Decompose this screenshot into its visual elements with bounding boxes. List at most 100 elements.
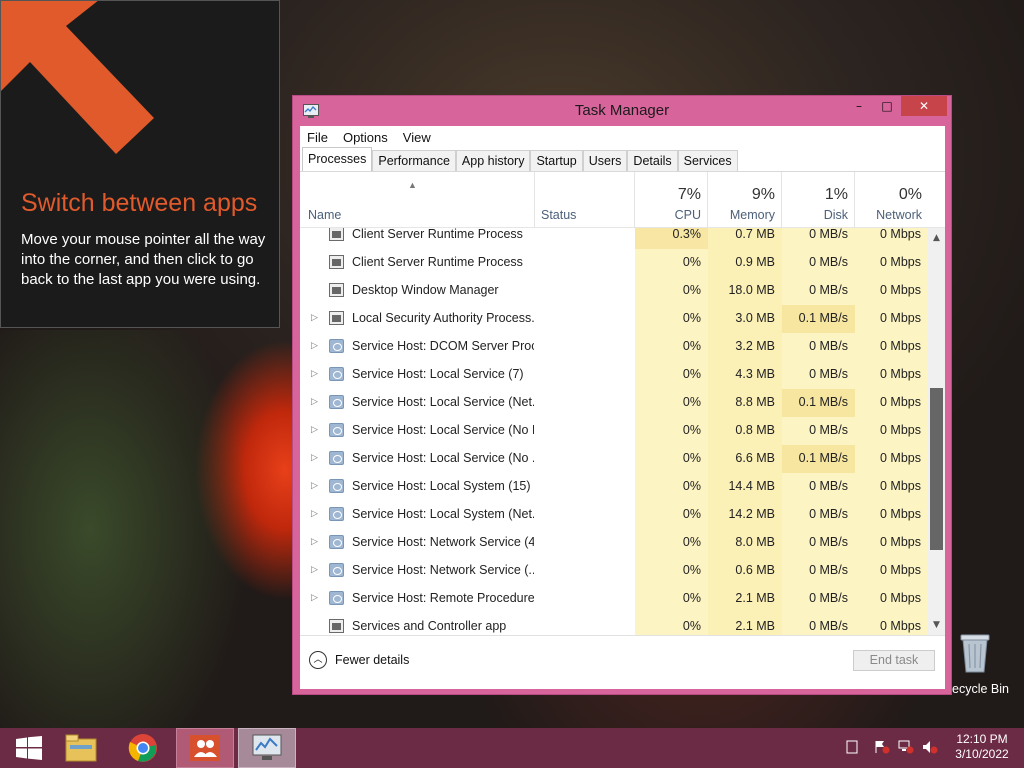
expand-chevron-icon[interactable]: ▷ bbox=[311, 424, 318, 435]
expand-chevron-icon[interactable]: ▷ bbox=[311, 564, 318, 575]
network-total: 0% bbox=[898, 186, 922, 203]
minimize-button[interactable]: – bbox=[845, 96, 873, 116]
scroll-down-icon[interactable]: ▼ bbox=[928, 617, 945, 633]
taskbar-task-manager[interactable] bbox=[238, 728, 296, 768]
disk-total: 1% bbox=[824, 186, 848, 203]
expand-chevron-icon[interactable]: ▷ bbox=[311, 396, 318, 407]
fewer-details-button[interactable]: ︿ Fewer details bbox=[309, 651, 409, 669]
process-cpu: 0% bbox=[635, 501, 708, 529]
action-center-icon[interactable] bbox=[846, 740, 858, 757]
process-disk: 0 MB/s bbox=[782, 613, 855, 635]
tip-body: Move your mouse pointer all the way into… bbox=[21, 231, 266, 288]
chevron-up-icon: ︿ bbox=[309, 651, 327, 669]
process-row[interactable]: ▷ Service Host: Local Service (Net... 0% 8.… bbox=[300, 389, 928, 417]
process-row[interactable]: ▷ Service Host: Network Service (... 0% 0.6… bbox=[300, 557, 928, 585]
flag-alert-icon[interactable] bbox=[874, 740, 890, 757]
tab-services[interactable]: Services bbox=[677, 150, 738, 171]
start-button[interactable] bbox=[0, 728, 58, 768]
header-status[interactable]: Status bbox=[535, 172, 635, 228]
process-cpu: 0% bbox=[635, 277, 708, 305]
expand-chevron-icon[interactable]: ▷ bbox=[311, 592, 318, 603]
scroll-up-icon[interactable]: ▲ bbox=[928, 230, 945, 246]
process-cpu: 0% bbox=[635, 473, 708, 501]
process-name: Service Host: Local Service (No I... bbox=[352, 423, 534, 437]
taskbar-clock[interactable]: 12:10 PM 3/10/2022 bbox=[950, 732, 1014, 762]
menu-view[interactable]: View bbox=[403, 130, 431, 145]
process-row[interactable]: ▷ Service Host: Local Service (No ... 0% 6.… bbox=[300, 445, 928, 473]
gear-icon bbox=[329, 339, 344, 353]
tab-processes[interactable]: Processes bbox=[302, 147, 373, 171]
expand-chevron-icon[interactable]: ▷ bbox=[311, 536, 318, 547]
process-row[interactable]: ▷ Service Host: Local System (Net... 0% 14.… bbox=[300, 501, 928, 529]
process-cpu: 0% bbox=[635, 529, 708, 557]
end-task-button[interactable]: End task bbox=[853, 650, 935, 671]
header-network[interactable]: 0% Network bbox=[855, 172, 928, 228]
process-memory: 4.3 MB bbox=[708, 361, 782, 389]
network-icon[interactable] bbox=[898, 740, 914, 757]
maximize-button[interactable]: □ bbox=[873, 96, 901, 116]
process-row[interactable]: ▷ Service Host: DCOM Server Proc... 0% 3.2 … bbox=[300, 333, 928, 361]
taskbar: 12:10 PM 3/10/2022 bbox=[0, 728, 1024, 768]
process-row[interactable]: Services and Controller app 0% 2.1 MB 0 MB/… bbox=[300, 613, 928, 635]
process-cpu: 0% bbox=[635, 305, 708, 333]
expand-chevron-icon[interactable]: ▷ bbox=[311, 340, 318, 351]
process-row[interactable]: ▷ Service Host: Local Service (No I... 0% 0… bbox=[300, 417, 928, 445]
process-disk: 0 MB/s bbox=[782, 361, 855, 389]
title-bar[interactable]: Task Manager – □ ✕ bbox=[293, 96, 951, 126]
gear-icon bbox=[329, 479, 344, 493]
menu-options[interactable]: Options bbox=[343, 130, 388, 145]
close-button[interactable]: ✕ bbox=[901, 96, 947, 116]
process-list: Client Server Runtime Process 0.3% 0.7 MB 0… bbox=[300, 228, 928, 635]
tab-performance[interactable]: Performance bbox=[372, 150, 456, 171]
taskbar-chrome[interactable] bbox=[114, 728, 172, 768]
process-disk: 0.1 MB/s bbox=[782, 389, 855, 417]
expand-chevron-icon[interactable]: ▷ bbox=[311, 480, 318, 491]
expand-chevron-icon[interactable]: ▷ bbox=[311, 508, 318, 519]
expand-chevron-icon[interactable]: ▷ bbox=[311, 312, 318, 323]
header-memory[interactable]: 9% Memory bbox=[708, 172, 782, 228]
process-row[interactable]: ▷ Local Security Authority Process... 0% 3.… bbox=[300, 305, 928, 333]
process-name: Client Server Runtime Process bbox=[352, 228, 523, 241]
task-manager-window: Task Manager – □ ✕ File Options View Pro… bbox=[292, 95, 952, 695]
gear-icon bbox=[329, 507, 344, 521]
scroll-thumb[interactable] bbox=[930, 388, 943, 550]
window-icon bbox=[329, 619, 344, 633]
process-row[interactable]: Client Server Runtime Process 0.3% 0.7 MB 0… bbox=[300, 228, 928, 249]
footer-bar: ︿ Fewer details End task bbox=[300, 635, 945, 689]
process-row[interactable]: Client Server Runtime Process 0% 0.9 MB 0 M… bbox=[300, 249, 928, 277]
process-network: 0 Mbps bbox=[855, 445, 928, 473]
clock-date: 3/10/2022 bbox=[955, 747, 1009, 761]
tab-users[interactable]: Users bbox=[582, 150, 628, 171]
header-name[interactable]: ▲ Name bbox=[300, 172, 535, 228]
header-network-label: Network bbox=[876, 208, 922, 222]
recycle-bin-label: ecycle Bin bbox=[952, 682, 1009, 696]
header-disk[interactable]: 1% Disk bbox=[782, 172, 855, 228]
recycle-bin-icon bbox=[960, 634, 990, 673]
process-memory: 2.1 MB bbox=[708, 585, 782, 613]
vertical-scrollbar[interactable]: ▲ ▼ bbox=[928, 228, 945, 635]
expand-chevron-icon[interactable]: ▷ bbox=[311, 368, 318, 379]
process-row[interactable]: Desktop Window Manager 0% 18.0 MB 0 MB/s 0 M… bbox=[300, 277, 928, 305]
process-disk: 0 MB/s bbox=[782, 585, 855, 613]
process-cpu: 0% bbox=[635, 585, 708, 613]
process-memory: 0.8 MB bbox=[708, 417, 782, 445]
tab-details[interactable]: Details bbox=[627, 150, 678, 171]
process-row[interactable]: ▷ Service Host: Remote Procedure... 0% 2.1 … bbox=[300, 585, 928, 613]
process-row[interactable]: ▷ Service Host: Local Service (7) 0% 4.3 MB… bbox=[300, 361, 928, 389]
volume-muted-icon[interactable] bbox=[922, 740, 938, 757]
tab-app-history[interactable]: App history bbox=[455, 150, 531, 171]
taskbar-people[interactable] bbox=[176, 728, 234, 768]
tab-startup[interactable]: Startup bbox=[530, 150, 583, 171]
process-row[interactable]: ▷ Service Host: Network Service (4) 0% 8.0 … bbox=[300, 529, 928, 557]
process-network: 0 Mbps bbox=[855, 249, 928, 277]
process-row[interactable]: ▷ Service Host: Local System (15) 0% 14.4 M… bbox=[300, 473, 928, 501]
taskbar-file-explorer[interactable] bbox=[52, 728, 110, 768]
expand-chevron-icon[interactable]: ▷ bbox=[311, 452, 318, 463]
process-cpu: 0% bbox=[635, 333, 708, 361]
header-cpu[interactable]: 7% CPU bbox=[635, 172, 708, 228]
file-explorer-icon bbox=[65, 734, 97, 762]
menu-file[interactable]: File bbox=[307, 130, 328, 145]
recycle-bin-shortcut[interactable]: ecycle Bin bbox=[952, 630, 1024, 700]
process-name: Client Server Runtime Process bbox=[352, 255, 523, 269]
process-memory: 8.8 MB bbox=[708, 389, 782, 417]
